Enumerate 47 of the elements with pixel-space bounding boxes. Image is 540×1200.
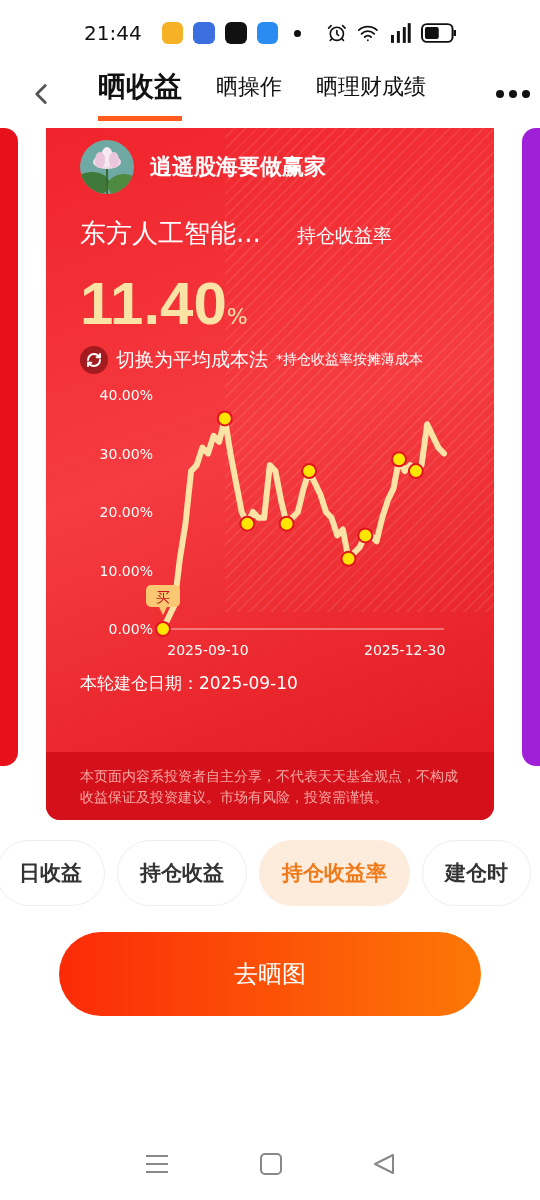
trade-point	[278, 515, 295, 532]
refresh-icon[interactable]	[80, 346, 108, 374]
y-tick-label: 0.00%	[108, 621, 153, 637]
header-tab[interactable]: 晒操作	[216, 71, 282, 117]
switch-method-link[interactable]: 切换为平均成本法	[116, 347, 268, 373]
trade-point	[340, 550, 357, 567]
metric-chip[interactable]: 日收益	[0, 840, 105, 906]
alarm-icon	[327, 23, 348, 43]
annotation: 买	[156, 589, 170, 605]
metric-label: 持仓收益率	[296, 223, 392, 248]
fund-name: 东方人工智能...	[80, 217, 261, 250]
trade-point	[239, 515, 256, 532]
more-icon[interactable]	[496, 90, 530, 98]
y-tick-label: 30.00%	[99, 445, 153, 462]
user-name: 逍遥股海要做赢家	[150, 153, 326, 181]
y-tick-label: 10.00%	[99, 562, 153, 579]
status-time: 21:44	[84, 21, 142, 45]
signal-icon	[388, 23, 411, 43]
trade-point	[391, 451, 408, 468]
x-tick-label: 2025-12-30	[363, 642, 446, 658]
app-icon	[161, 22, 184, 44]
return-value: 11.40	[80, 269, 227, 338]
header-tab[interactable]: 晒收益	[98, 67, 182, 121]
notification-dot-icon	[294, 29, 302, 37]
trade-point	[155, 621, 171, 637]
app-icon	[193, 22, 216, 44]
header-tab[interactable]: 晒理财成绩	[316, 71, 426, 117]
back-triangle-icon[interactable]	[372, 1153, 395, 1175]
metric-chip[interactable]: 持仓收益	[117, 840, 247, 906]
app-icon	[225, 22, 247, 44]
buy-marker: 买	[146, 585, 180, 615]
percent-unit: %	[226, 304, 248, 329]
trade-point	[357, 527, 374, 544]
trade-point	[407, 463, 424, 480]
disclaimer: 本页面内容系投资者自主分享，不代表天天基金观点，不构成收益保证及投资建议。市场有风险，投资需谨慎。	[46, 752, 494, 820]
menu-icon[interactable]	[145, 1154, 170, 1174]
app-icon	[256, 22, 279, 44]
trade-point	[301, 463, 318, 480]
method-note: *持仓收益率按摊薄成本	[276, 351, 423, 369]
home-icon[interactable]	[260, 1153, 282, 1175]
y-tick-label: 40.00%	[99, 387, 153, 403]
x-tick-label: 2025-09-10	[167, 642, 249, 658]
y-tick-label: 20.00%	[99, 504, 153, 520]
battery-icon	[420, 23, 456, 43]
metric-chip[interactable]: 建仓时	[422, 840, 531, 906]
trade-point	[216, 410, 233, 427]
start-date: 本轮建仓日期：2025-09-10	[80, 672, 299, 695]
